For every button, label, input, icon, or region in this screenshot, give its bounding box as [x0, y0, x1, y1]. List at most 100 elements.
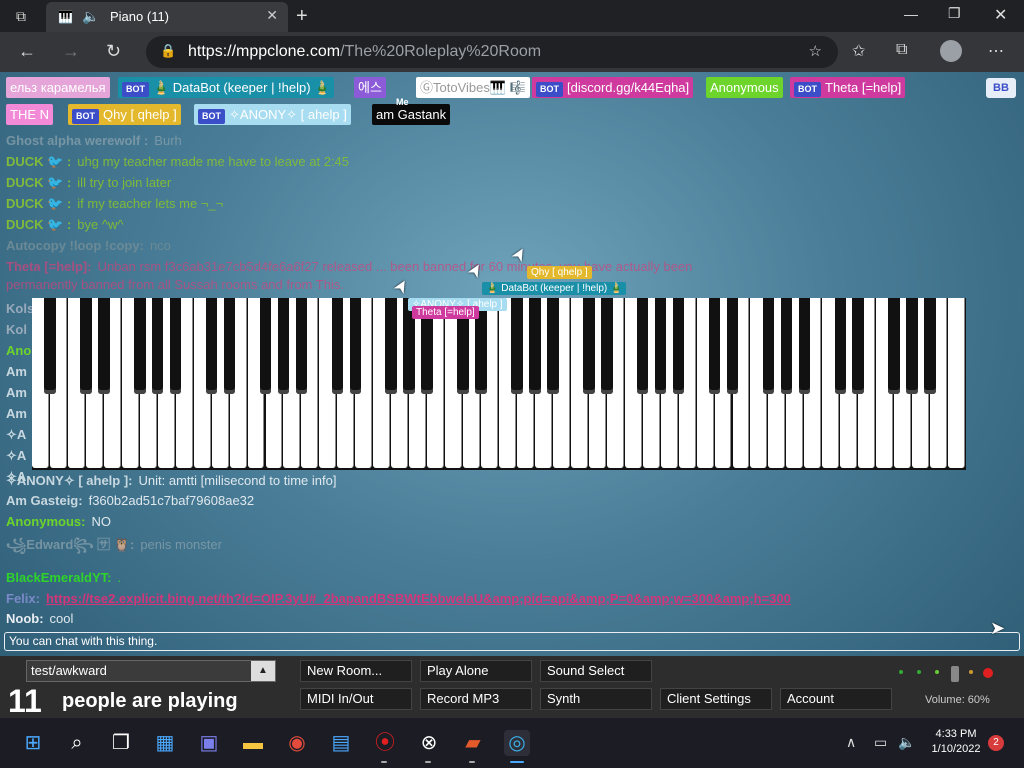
play-alone-button[interactable]: Play Alone: [420, 660, 532, 682]
black-key[interactable]: [223, 298, 236, 394]
chat-author[interactable]: Anonymous:: [6, 514, 85, 529]
black-key[interactable]: [547, 298, 559, 394]
black-key[interactable]: [259, 298, 272, 394]
piano-keyboard[interactable]: [32, 298, 966, 470]
user-tag[interactable]: ⒼTotoVibes🎹 🎼: [416, 77, 530, 98]
url-input[interactable]: 🔒 https://mppclone.com/The%20Roleplay%20…: [146, 36, 838, 68]
user-tag[interactable]: BOT 🎍 DataBot (keeper | !help) 🎍: [118, 77, 335, 98]
black-key[interactable]: [169, 298, 182, 394]
black-key[interactable]: [583, 298, 595, 394]
browser-tab[interactable]: 🎹 🔈 Piano (11) ✕: [46, 2, 288, 32]
black-key[interactable]: [726, 298, 739, 394]
tab-actions-icon[interactable]: ⧉: [16, 8, 26, 25]
black-key[interactable]: [780, 298, 793, 394]
close-tab-icon[interactable]: ✕: [266, 7, 278, 24]
midi-button[interactable]: MIDI In/Out: [300, 688, 412, 710]
chat-author[interactable]: DUCK 🐦 :: [6, 175, 71, 190]
store-icon[interactable]: ▤: [328, 730, 354, 756]
profile-avatar[interactable]: [940, 40, 962, 62]
volume-icon[interactable]: 🔈: [898, 734, 915, 751]
chat-author[interactable]: DUCK 🐦 :: [6, 154, 71, 169]
task-view-icon[interactable]: ❐: [108, 730, 134, 756]
chat-author[interactable]: DUCK 🐦 :: [6, 217, 71, 232]
file-explorer-icon[interactable]: ▬: [240, 730, 266, 756]
black-key[interactable]: [888, 298, 900, 394]
black-key[interactable]: [924, 298, 936, 394]
chat-author[interactable]: Felix:: [6, 591, 40, 606]
forward-icon[interactable]: →: [62, 41, 80, 62]
volume-knob[interactable]: [951, 666, 959, 682]
black-key[interactable]: [708, 298, 721, 394]
chat-author[interactable]: Noob:: [6, 611, 44, 626]
display-icon[interactable]: ▭: [874, 734, 887, 751]
account-button[interactable]: Account: [780, 688, 892, 710]
user-tag[interactable]: 에스: [354, 77, 386, 98]
user-tag[interactable]: BOT [discord.gg/k44Eqha]: [532, 77, 694, 98]
record-mp3-button[interactable]: Record MP3: [420, 688, 532, 710]
black-key[interactable]: [385, 298, 397, 394]
black-key[interactable]: [151, 298, 164, 394]
chat-app-icon[interactable]: ▣: [196, 730, 222, 756]
more-menu-icon[interactable]: ⋯: [988, 41, 1004, 61]
black-key[interactable]: [672, 298, 685, 394]
start-icon[interactable]: ⊞: [20, 730, 46, 756]
add-favorite-icon[interactable]: ☆: [809, 42, 822, 60]
restore-icon[interactable]: ❐: [948, 5, 961, 22]
minimize-icon[interactable]: —: [904, 6, 918, 22]
favorites-icon[interactable]: ✩: [852, 41, 865, 61]
user-tag[interactable]: ельз карамелья: [6, 77, 110, 98]
bb-button[interactable]: BB: [986, 78, 1016, 98]
user-tag[interactable]: BOT ✧ANONY✧ [ ahelp ]: [194, 104, 351, 125]
black-key[interactable]: [762, 298, 775, 394]
black-key[interactable]: [798, 298, 811, 394]
new-tab-icon[interactable]: +: [296, 5, 308, 28]
chat-author[interactable]: BlackEmeraldYT:: [6, 570, 112, 585]
chrome-icon[interactable]: ◉: [284, 730, 310, 756]
room-select[interactable]: test/awkward ▲: [26, 660, 276, 682]
chat-author[interactable]: Theta [=help]:: [6, 259, 92, 274]
chat-author[interactable]: Ghost alpha werewolf :: [6, 133, 148, 148]
black-key[interactable]: [98, 298, 110, 394]
black-key[interactable]: [654, 298, 667, 394]
user-tag[interactable]: BOT Theta [=help]: [790, 77, 906, 98]
sound-select-button[interactable]: Sound Select: [540, 660, 652, 682]
close-window-icon[interactable]: ✕: [994, 5, 1007, 25]
user-tag[interactable]: BOT Qhy [ qhelp ]: [68, 104, 181, 125]
speaker-icon[interactable]: 🔈: [82, 8, 99, 25]
xbox-icon[interactable]: ⊗: [416, 730, 442, 756]
black-key[interactable]: [134, 298, 146, 394]
new-room-button[interactable]: New Room...: [300, 660, 412, 682]
system-clock[interactable]: 4:33 PM 1/10/2022: [928, 727, 984, 757]
chat-input[interactable]: You can chat with this thing.: [4, 632, 1020, 651]
black-key[interactable]: [349, 298, 362, 394]
record-app-icon[interactable]: ⦿: [372, 730, 398, 756]
user-tag[interactable]: Anonymous: [706, 77, 783, 98]
black-key[interactable]: [80, 298, 92, 394]
office-icon[interactable]: ▰: [460, 730, 486, 756]
black-key[interactable]: [852, 298, 864, 394]
chat-author[interactable]: ꧁Edward꧂ 🈂 🦉:: [6, 537, 134, 552]
volume-slider[interactable]: [895, 666, 995, 682]
black-key[interactable]: [906, 298, 918, 394]
chat-link[interactable]: https://tse2.explicit.bing.net/th?id=OIP…: [46, 591, 791, 606]
black-key[interactable]: [277, 298, 290, 394]
notification-badge[interactable]: 2: [988, 735, 1004, 751]
black-key[interactable]: [529, 298, 541, 394]
black-key[interactable]: [331, 298, 344, 394]
user-tag[interactable]: am Gastank: [372, 104, 451, 125]
black-key[interactable]: [295, 298, 308, 394]
client-settings-button[interactable]: Client Settings: [660, 688, 772, 710]
edge-icon[interactable]: ◎: [504, 730, 530, 756]
black-key[interactable]: [834, 298, 846, 394]
back-icon[interactable]: ←: [18, 41, 36, 62]
black-key[interactable]: [511, 298, 523, 394]
reload-icon[interactable]: ↻: [106, 41, 121, 62]
chat-author[interactable]: Am Gasteig:: [6, 493, 83, 508]
black-key[interactable]: [601, 298, 613, 394]
black-key[interactable]: [636, 298, 649, 394]
collections-icon[interactable]: ⧉: [896, 41, 907, 59]
chevron-up-icon[interactable]: ▲: [251, 661, 275, 681]
lock-icon[interactable]: 🔒: [160, 43, 176, 59]
search-icon[interactable]: ⌕: [64, 730, 90, 756]
widgets-icon[interactable]: ▦: [152, 730, 178, 756]
